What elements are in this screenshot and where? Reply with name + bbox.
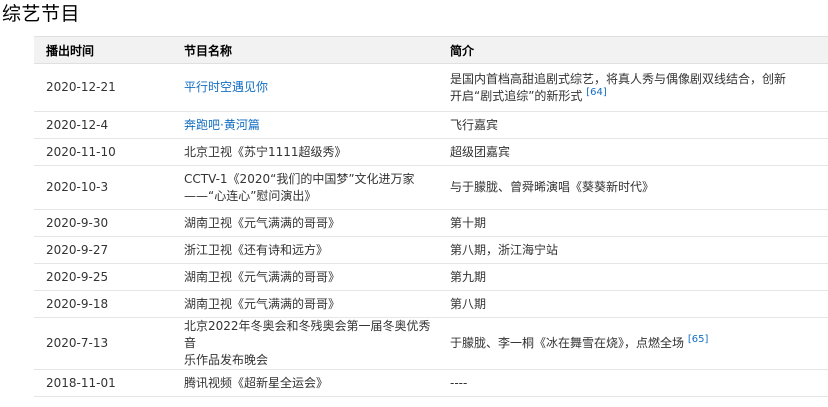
program-name-text-line2: 乐作品发布晚会: [184, 353, 269, 367]
reference-link[interactable]: [65]: [688, 334, 709, 345]
table-header-row: 播出时间 节目名称 简介: [34, 36, 828, 64]
air-date-cell: 2020-9-25: [34, 263, 172, 291]
description-cell: 第九期: [438, 263, 828, 291]
table-row: 2020-9-27 浙江卫视《还有诗和远方》 第八期，浙江海宁站: [34, 236, 828, 264]
program-name-cell: 湖南卫视《元气满满的哥哥》: [172, 290, 438, 318]
table-row: 2020-7-13 北京2022年冬奥会和冬残奥会第一届冬奥优秀音 乐作品发布晚…: [34, 317, 828, 370]
table-row: 2018-11-01 腾讯视频《超新星全运会》 ----: [34, 369, 828, 397]
program-name-cell: 湖南卫视《元气满满的哥哥》: [172, 209, 438, 237]
program-link[interactable]: 平行时空遇见你: [184, 80, 268, 94]
air-date-cell: 2020-9-27: [34, 236, 172, 264]
table-row: 2020-9-30 湖南卫视《元气满满的哥哥》 第十期: [34, 209, 828, 237]
column-header-air-date: 播出时间: [34, 36, 172, 64]
reference-link[interactable]: [64]: [586, 87, 607, 98]
description-text: 于朦胧、李一桐《冰在舞雪在烧》，点燃全场: [450, 336, 685, 350]
description-cell: 第十期: [438, 209, 828, 237]
program-link[interactable]: 奔跑吧·黄河篇: [184, 118, 260, 132]
program-name-cell: 湖南卫视《元气满满的哥哥》: [172, 263, 438, 291]
table-row: 2020-12-4 奔跑吧·黄河篇 飞行嘉宾: [34, 111, 828, 139]
variety-show-table-container: 播出时间 节目名称 简介 2020-12-21 平行时空遇见你 是国内首档高甜追…: [34, 36, 828, 397]
program-name-cell: CCTV-1《2020“我们的中国梦”文化进万家 ——“心连心”慰问演出》: [172, 165, 438, 210]
air-date-cell: 2020-10-3: [34, 165, 172, 210]
program-name-cell: 腾讯视频《超新星全运会》: [172, 369, 438, 397]
description-cell: 第八期: [438, 290, 828, 318]
description-text-line2: 开启“剧式追综”的新形式: [450, 88, 583, 103]
description-cell: 超级团嘉宾: [438, 138, 828, 166]
description-cell: 与于朦胧、曾舜晞演唱《葵葵新时代》: [438, 165, 828, 210]
table-row: 2020-12-21 平行时空遇见你 是国内首档高甜追剧式综艺，将真人秀与偶像剧…: [34, 63, 828, 112]
section-title: 综艺节目: [2, 3, 81, 25]
description-cell: 第八期，浙江海宁站: [438, 236, 828, 264]
description-text: 是国内首档高甜追剧式综艺，将真人秀与偶像剧双线结合，创新: [450, 71, 787, 86]
table-row: 2020-9-25 湖南卫视《元气满满的哥哥》 第九期: [34, 263, 828, 291]
table-row: 2020-11-10 北京卫视《苏宁1111超级秀》 超级团嘉宾: [34, 138, 828, 166]
air-date-cell: 2020-9-18: [34, 290, 172, 318]
program-name-cell: 北京卫视《苏宁1111超级秀》: [172, 138, 438, 166]
program-name-cell: 浙江卫视《还有诗和远方》: [172, 236, 438, 264]
air-date-cell: 2020-11-10: [34, 138, 172, 166]
description-cell: 于朦胧、李一桐《冰在舞雪在烧》，点燃全场 [65]: [438, 317, 828, 370]
variety-show-table: 播出时间 节目名称 简介 2020-12-21 平行时空遇见你 是国内首档高甜追…: [34, 36, 828, 397]
air-date-cell: 2020-9-30: [34, 209, 172, 237]
column-header-program-name: 节目名称: [172, 36, 438, 64]
program-name-cell: 平行时空遇见你: [172, 63, 438, 112]
air-date-cell: 2020-12-4: [34, 111, 172, 139]
program-name-text: CCTV-1《2020“我们的中国梦”文化进万家: [184, 171, 415, 186]
description-cell: 是国内首档高甜追剧式综艺，将真人秀与偶像剧双线结合，创新 开启“剧式追综”的新形…: [438, 63, 828, 112]
program-name-text-line2: ——“心连心”慰问演出》: [184, 188, 317, 203]
table-row: 2020-9-18 湖南卫视《元气满满的哥哥》 第八期: [34, 290, 828, 318]
air-date-cell: 2020-12-21: [34, 63, 172, 112]
program-name-cell: 北京2022年冬奥会和冬残奥会第一届冬奥优秀音 乐作品发布晚会: [172, 317, 438, 370]
program-name-text: 北京2022年冬奥会和冬残奥会第一届冬奥优秀音: [184, 319, 431, 350]
description-cell: 飞行嘉宾: [438, 111, 828, 139]
column-header-description: 简介: [438, 36, 828, 64]
program-name-cell: 奔跑吧·黄河篇: [172, 111, 438, 139]
air-date-cell: 2018-11-01: [34, 369, 172, 397]
table-row: 2020-10-3 CCTV-1《2020“我们的中国梦”文化进万家 ——“心连…: [34, 165, 828, 210]
air-date-cell: 2020-7-13: [34, 317, 172, 370]
description-cell: ----: [438, 369, 828, 397]
